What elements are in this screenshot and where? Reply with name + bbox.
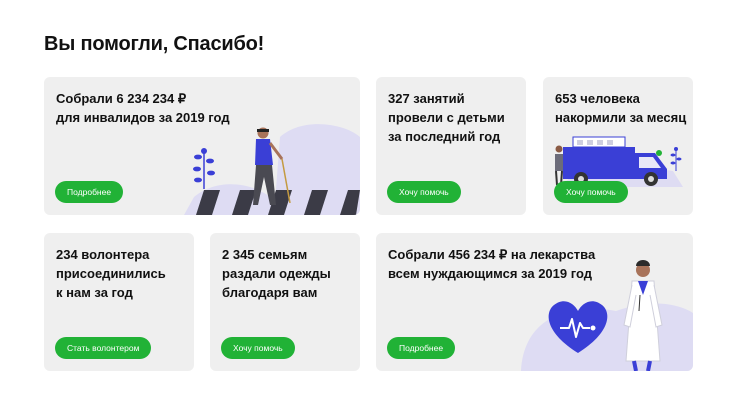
card-children-classes: 327 занятий провели с детьми за последни… bbox=[376, 77, 526, 215]
help-button[interactable]: Хочу помочь bbox=[554, 181, 628, 203]
more-button[interactable]: Подробнее bbox=[55, 181, 124, 203]
help-button[interactable]: Хочу помочь bbox=[387, 181, 461, 203]
page-title: Вы помогли, Спасибо! bbox=[44, 33, 265, 55]
card-clothes: 2 345 семьям раздали одежды благодаря ва… bbox=[210, 233, 360, 371]
card-fed-people: 653 человека накормили за месяц Хочу пом… bbox=[543, 77, 693, 215]
card-text: 653 человека накормили за месяц bbox=[555, 91, 687, 125]
more-button[interactable]: Подробнее bbox=[387, 337, 456, 359]
become-volunteer-button[interactable]: Стать волонтером bbox=[55, 337, 152, 359]
card-text: Собрали 456 234 ₽ на лекарства всем нужд… bbox=[388, 247, 596, 281]
card-text: 2 345 семьям раздали одежды благодаря ва… bbox=[222, 247, 331, 300]
card-medicine: Собрали 456 234 ₽ на лекарства всем нужд… bbox=[376, 233, 693, 371]
card-volunteers: 234 волонтера присоединились к нам за го… bbox=[44, 233, 194, 371]
card-text: 234 волонтера присоединились к нам за го… bbox=[56, 247, 166, 300]
card-text: Собрали 6 234 234 ₽ для инвалидов за 201… bbox=[56, 91, 230, 125]
card-disabled-donations: Собрали 6 234 234 ₽ для инвалидов за 201… bbox=[44, 77, 360, 215]
help-button[interactable]: Хочу помочь bbox=[221, 337, 295, 359]
card-text: 327 занятий провели с детьми за последни… bbox=[388, 91, 505, 144]
